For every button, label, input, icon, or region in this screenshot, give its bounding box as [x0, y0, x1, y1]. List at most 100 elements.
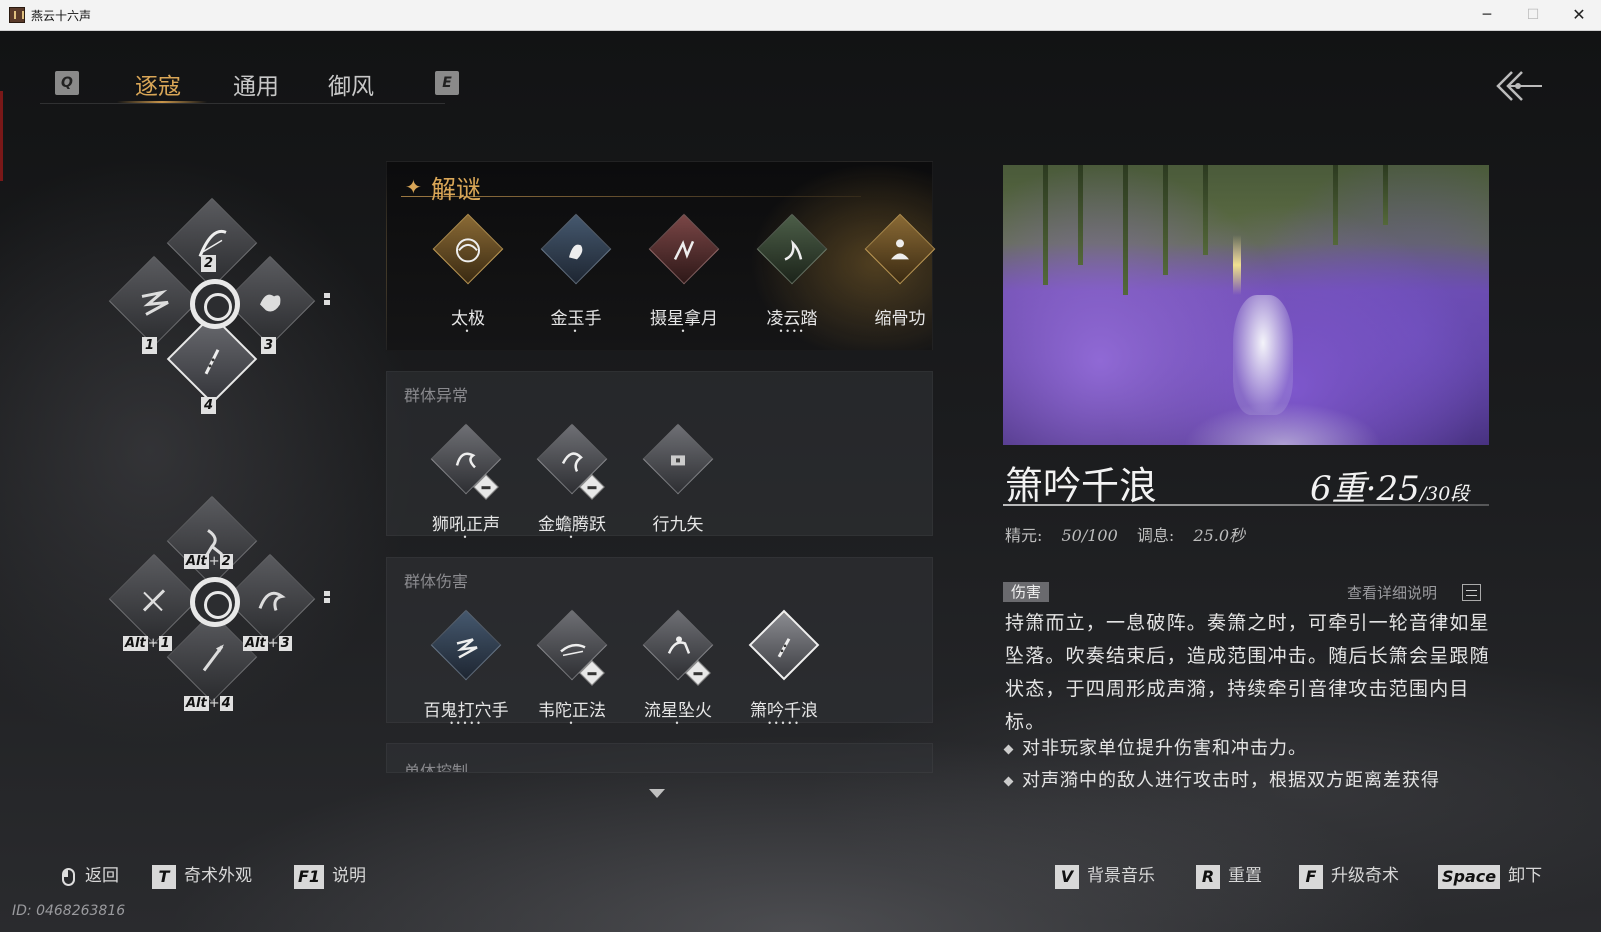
alt-slot-label-3: Alt +3: [243, 636, 292, 651]
skill-label: 百鬼打穴手: [423, 701, 509, 721]
jingyuan-stat: 精元: 50/100: [1005, 526, 1118, 545]
prev-tab-key[interactable]: Q: [55, 71, 79, 95]
skill-level-dots: •: [572, 327, 580, 336]
active-tab-underline: [117, 101, 207, 103]
fist-icon: [260, 294, 281, 312]
window-title: 燕云十六声: [31, 9, 92, 23]
skill-detail-level: 6重·25/30段: [1310, 469, 1470, 509]
skill-level-dots: •: [674, 719, 682, 728]
skill-level-dots: •: [568, 533, 576, 542]
skill-label: 箫吟千浪: [750, 701, 818, 721]
skill-effect-bullet: 对非玩家单位提升伤害和冲击力。: [1003, 734, 1307, 760]
alt-slot-label-4: Alt +4: [184, 696, 233, 711]
skill-detail-name: 箫吟千浪: [1005, 464, 1158, 508]
skill-label: 太极: [451, 309, 485, 329]
tab-yufeng[interactable]: 御风: [328, 67, 374, 101]
skill-level-dots: •: [568, 719, 576, 728]
alt-wheel-page-indicator: [324, 591, 330, 603]
wheel-page-indicator: [324, 293, 330, 305]
tab-tongyong[interactable]: 通用: [233, 67, 279, 101]
lightning-strike-icon: [456, 638, 478, 659]
skill-effect-bullet: 对声漪中的敌人进行攻击时，根据双方距离差获得: [1003, 766, 1440, 792]
skill-description: 持箫而立，一息破阵。奏箫之时，可牵引一轮音律如星坠落。吹奏结束后，造成范围冲击。…: [1005, 612, 1490, 733]
app-icon: [9, 7, 25, 23]
alt-slot-label-2: Alt +2: [184, 554, 233, 569]
hint-back[interactable]: 返回: [62, 861, 119, 886]
skill-icon-frame: [432, 213, 504, 285]
chest-icon: [671, 455, 685, 466]
tab-zhukou[interactable]: 逐寇: [135, 67, 181, 101]
skill-level-dots: •: [462, 533, 470, 542]
group-single-control-panel: 单体控制: [386, 743, 933, 773]
slot-number-2: 2: [201, 255, 217, 272]
skill-icon-frame: [648, 213, 720, 285]
character-figure: [1233, 295, 1293, 415]
alt-wheel-center-ring: [190, 577, 240, 627]
detail-divider: [1003, 504, 1489, 506]
panel-title: 解谜: [431, 175, 482, 204]
skill-label: 凌云踏: [766, 309, 818, 329]
details-toggle-icon[interactable]: [1462, 584, 1481, 601]
skill-label: 金玉手: [550, 309, 602, 329]
flute-icon: [204, 349, 220, 375]
palm-icon: [569, 244, 583, 260]
hint-help[interactable]: F1 说明: [294, 861, 366, 889]
wheel-center-ring: [190, 279, 240, 329]
skill-icon-frame: [756, 213, 828, 285]
maximize-button[interactable]: ☐: [1510, 0, 1556, 31]
bullet-diamond-icon: [1003, 776, 1014, 786]
skill-icon-frame: [748, 609, 820, 681]
skill-label: 金蟾腾跃: [538, 515, 606, 535]
hint-unequip[interactable]: Space 卸下: [1438, 861, 1542, 889]
claw-icon: [258, 591, 286, 611]
taiji-icon: [456, 238, 480, 263]
slot-number-1: 1: [142, 337, 158, 354]
skill-icon-frame: [864, 213, 936, 285]
hint-reset[interactable]: R 重置: [1196, 861, 1262, 889]
game-viewport: Q 逐寇 通用 御风 E 2 1 3 4 Alt + 2 Alt + 1 Alt…: [0, 31, 1601, 932]
hint-bgm[interactable]: V 背景音乐: [1055, 861, 1155, 889]
skill-label: 韦陀正法: [538, 701, 606, 721]
skill-label: 狮吼正声: [432, 515, 500, 535]
player-id: ID: 0468263816: [12, 903, 126, 919]
group-crowd-damage-panel: 群体伤害 百鬼打穴手 ••••• 韦陀正法 • 流星坠火 • 箫吟千浪 ••••…: [386, 557, 933, 728]
group-title: 群体异常: [404, 386, 469, 405]
skill-icon-frame: [642, 423, 714, 495]
skill-icon-frame: [540, 213, 612, 285]
window-titlebar: 燕云十六声 ─ ☐ ✕: [0, 0, 1601, 31]
meditate-icon: [891, 239, 909, 260]
close-button[interactable]: ✕: [1556, 0, 1601, 31]
skill-level-dots: ••••: [778, 327, 806, 336]
hint-upgrade[interactable]: F 升级奇术: [1299, 861, 1399, 889]
title-divider: [401, 196, 861, 197]
edge-accent: [0, 91, 3, 181]
mouse-icon: [62, 867, 75, 886]
tab-divider: [40, 103, 445, 104]
back-arrow-icon[interactable]: [1494, 69, 1544, 103]
skill-icon-frame: [430, 609, 502, 681]
spear-icon: [202, 644, 224, 672]
crossed-blades-icon: [142, 589, 166, 612]
grasp-icon: [673, 240, 695, 260]
group-title: 群体伤害: [404, 572, 469, 591]
skill-stats: 精元: 50/100 调息: 25.0秒: [1005, 522, 1259, 546]
scroll-down-arrow-icon[interactable]: [649, 789, 665, 798]
tiaoxi-stat: 调息: 25.0秒: [1136, 526, 1246, 545]
alt-slot-label-1: Alt +1: [123, 636, 172, 651]
skill-level-dots: •: [680, 327, 688, 336]
view-details-link[interactable]: 查看详细说明: [1347, 582, 1437, 603]
hint-appearance[interactable]: T 奇术外观: [152, 861, 252, 889]
skill-label: 摄星拿月: [650, 309, 718, 329]
skill-level-dots: •••••: [449, 719, 483, 728]
skill-label: 流星坠火: [644, 701, 712, 721]
minimize-button[interactable]: ─: [1464, 0, 1510, 31]
damage-tag: 伤害: [1003, 582, 1050, 602]
skill-label: 缩骨功: [874, 309, 926, 329]
flute-icon: [777, 638, 791, 658]
skill-level-dots: •: [464, 327, 472, 336]
next-tab-key[interactable]: E: [435, 71, 459, 95]
bullet-diamond-icon: [1003, 744, 1014, 754]
skill-preview-image: [1003, 165, 1489, 445]
group-title: 单体控制: [404, 762, 469, 773]
slot-number-3: 3: [261, 337, 277, 354]
